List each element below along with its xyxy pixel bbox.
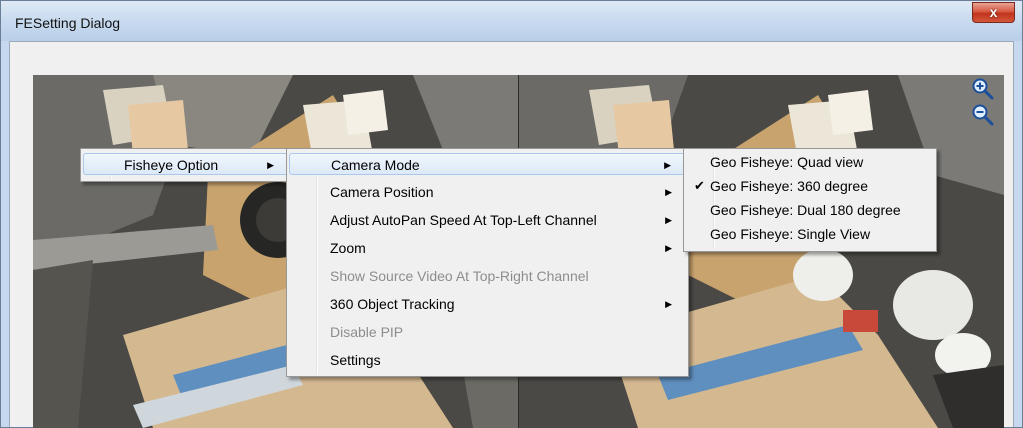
- menu-item-camera-position[interactable]: Camera Position ▶: [289, 181, 686, 203]
- menu-item-dual-180-degree[interactable]: Geo Fisheye: Dual 180 degree: [686, 199, 934, 221]
- menu-item-show-source-video: Show Source Video At Top-Right Channel: [289, 265, 686, 287]
- menu-item-zoom[interactable]: Zoom ▶: [289, 237, 686, 259]
- menu-item-label: Geo Fisheye: Single View: [710, 226, 871, 242]
- submenu-arrow-icon: ▶: [267, 160, 274, 170]
- menu-item-quad-view[interactable]: Geo Fisheye: Quad view: [686, 151, 934, 173]
- menu-item-label: Camera Position: [330, 184, 434, 200]
- submenu-arrow-icon: ▶: [665, 187, 672, 197]
- menu-item-label: Geo Fisheye: 360 degree: [710, 178, 868, 194]
- submenu-arrow-icon: ▶: [665, 299, 672, 309]
- close-icon: x: [989, 4, 998, 20]
- window-title: FESetting Dialog: [15, 15, 121, 31]
- fisheye-option-submenu: Camera Mode ▶ Camera Position ▶ Adjust A…: [286, 148, 689, 377]
- menu-item-label: Show Source Video At Top-Right Channel: [330, 268, 589, 284]
- title-bar[interactable]: FESetting Dialog x: [1, 1, 1022, 41]
- camera-mode-submenu: Geo Fisheye: Quad view ✔ Geo Fisheye: 36…: [683, 148, 937, 252]
- menu-item-single-view[interactable]: Geo Fisheye: Single View: [686, 223, 934, 245]
- menu-item-label: Fisheye Option: [124, 157, 219, 173]
- menu-item-label: 360 Object Tracking: [330, 296, 455, 312]
- menu-item-label: Disable PIP: [330, 324, 404, 340]
- menu-item-label: Geo Fisheye: Dual 180 degree: [710, 202, 901, 218]
- menu-item-label: Settings: [330, 352, 381, 368]
- menu-item-360-object-tracking[interactable]: 360 Object Tracking ▶: [289, 293, 686, 315]
- menu-item-adjust-autopan[interactable]: Adjust AutoPan Speed At Top-Left Channel…: [289, 209, 686, 231]
- context-menu-main: Fisheye Option ▶: [80, 148, 292, 182]
- menu-item-fisheye-option[interactable]: Fisheye Option ▶: [83, 153, 289, 175]
- submenu-arrow-icon: ▶: [665, 243, 672, 253]
- checkmark-icon: ✔: [694, 178, 705, 193]
- submenu-arrow-icon: ▶: [665, 215, 672, 225]
- submenu-arrow-icon: ▶: [664, 160, 671, 170]
- zoom-out-icon[interactable]: [972, 104, 994, 126]
- close-button[interactable]: x: [972, 2, 1015, 23]
- menu-item-label: Geo Fisheye: Quad view: [710, 154, 864, 170]
- menu-item-camera-mode[interactable]: Camera Mode ▶: [289, 153, 686, 175]
- menu-item-label: Adjust AutoPan Speed At Top-Left Channel: [330, 212, 597, 228]
- menu-item-settings[interactable]: Settings: [289, 349, 686, 371]
- menu-item-360-degree[interactable]: ✔ Geo Fisheye: 360 degree: [686, 175, 934, 197]
- menu-item-label: Zoom: [330, 240, 366, 256]
- menu-item-disable-pip: Disable PIP: [289, 321, 686, 343]
- menu-item-label: Camera Mode: [331, 157, 420, 173]
- zoom-in-icon[interactable]: [972, 78, 994, 100]
